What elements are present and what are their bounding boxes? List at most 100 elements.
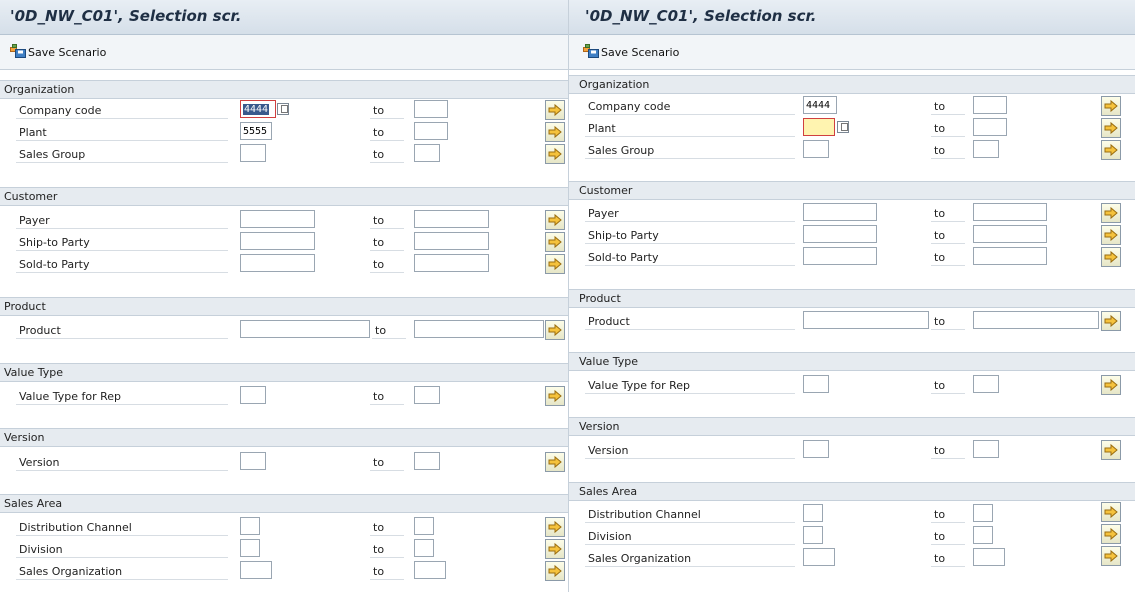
field-label-distribution-channel: Distribution Channel bbox=[16, 519, 228, 536]
company-code-from-input[interactable]: 4444 bbox=[803, 96, 837, 114]
group-header-value-type: Value Type bbox=[0, 363, 568, 382]
multiple-selection-arrow-icon bbox=[548, 235, 562, 249]
field-label-sold-to-party: Sold-to Party bbox=[585, 249, 795, 266]
company-code-from-input[interactable]: 4444 bbox=[240, 100, 276, 118]
group-header-version: Version bbox=[569, 417, 1135, 436]
sales-group-from-input[interactable] bbox=[240, 144, 266, 162]
sales-group-to-input[interactable] bbox=[973, 140, 999, 158]
division-multiple-selection-button[interactable] bbox=[1101, 524, 1121, 544]
ship-to-party-from-input[interactable] bbox=[240, 232, 315, 250]
ship-to-party-to-input[interactable] bbox=[973, 225, 1047, 243]
save-scenario-button[interactable]: Save Scenario bbox=[583, 43, 679, 60]
value-type-from-input[interactable] bbox=[240, 386, 266, 404]
division-from-input[interactable] bbox=[240, 539, 260, 557]
version-from-input[interactable] bbox=[803, 440, 829, 458]
version-to-input[interactable] bbox=[414, 452, 440, 470]
division-multiple-selection-button[interactable] bbox=[545, 539, 565, 559]
product-multiple-selection-button[interactable] bbox=[1101, 311, 1121, 331]
product-to-input[interactable] bbox=[414, 320, 544, 338]
sold-to-party-to-input[interactable] bbox=[973, 247, 1047, 265]
company-code-to-input[interactable] bbox=[414, 100, 448, 118]
company-code-multiple-selection-button[interactable] bbox=[545, 100, 565, 120]
to-label: to bbox=[931, 98, 965, 115]
sales-group-multiple-selection-button[interactable] bbox=[545, 144, 565, 164]
value-type-to-input[interactable] bbox=[414, 386, 440, 404]
group-header-sales-area: Sales Area bbox=[569, 482, 1135, 501]
product-from-input[interactable] bbox=[803, 311, 929, 329]
version-multiple-selection-button[interactable] bbox=[1101, 440, 1121, 460]
sales-organization-to-input[interactable] bbox=[973, 548, 1005, 566]
product-from-input[interactable] bbox=[240, 320, 370, 338]
sales-organization-multiple-selection-button[interactable] bbox=[545, 561, 565, 581]
value-help-icon[interactable] bbox=[277, 103, 289, 115]
plant-from-input[interactable]: 5555 bbox=[240, 122, 272, 140]
distribution-channel-multiple-selection-button[interactable] bbox=[1101, 502, 1121, 522]
plant-to-input[interactable] bbox=[414, 122, 448, 140]
company-code-multiple-selection-button[interactable] bbox=[1101, 96, 1121, 116]
payer-from-input[interactable] bbox=[803, 203, 877, 221]
payer-multiple-selection-button[interactable] bbox=[1101, 203, 1121, 223]
group-header-version: Version bbox=[0, 428, 568, 447]
sold-to-party-to-input[interactable] bbox=[414, 254, 489, 272]
field-label-payer: Payer bbox=[585, 205, 795, 222]
plant-multiple-selection-button[interactable] bbox=[545, 122, 565, 142]
field-label-plant: Plant bbox=[16, 124, 228, 141]
multiple-selection-arrow-icon bbox=[1104, 505, 1118, 519]
multiple-selection-arrow-icon bbox=[548, 564, 562, 578]
version-multiple-selection-button[interactable] bbox=[545, 452, 565, 472]
distribution-channel-multiple-selection-button[interactable] bbox=[545, 517, 565, 537]
division-to-input[interactable] bbox=[414, 539, 434, 557]
field-label-division: Division bbox=[585, 528, 795, 545]
sold-to-party-from-input[interactable] bbox=[240, 254, 315, 272]
to-label: to bbox=[370, 124, 404, 141]
to-label: to bbox=[931, 377, 965, 394]
to-label: to bbox=[931, 142, 965, 159]
ship-to-party-multiple-selection-button[interactable] bbox=[1101, 225, 1121, 245]
ship-to-party-from-input[interactable] bbox=[803, 225, 877, 243]
ship-to-party-multiple-selection-button[interactable] bbox=[545, 232, 565, 252]
payer-multiple-selection-button[interactable] bbox=[545, 210, 565, 230]
field-label-sales-group: Sales Group bbox=[16, 146, 228, 163]
field-label-company-code: Company code bbox=[585, 98, 795, 115]
value-help-icon[interactable] bbox=[837, 121, 849, 133]
plant-multiple-selection-button[interactable] bbox=[1101, 118, 1121, 138]
ship-to-party-to-input[interactable] bbox=[414, 232, 489, 250]
plant-to-input[interactable] bbox=[973, 118, 1007, 136]
multiple-selection-arrow-icon bbox=[1104, 121, 1118, 135]
distribution-channel-to-input[interactable] bbox=[973, 504, 993, 522]
company-code-to-input[interactable] bbox=[973, 96, 1007, 114]
product-to-input[interactable] bbox=[973, 311, 1099, 329]
value-type-from-input[interactable] bbox=[803, 375, 829, 393]
field-label-sales-organization: Sales Organization bbox=[585, 550, 795, 567]
value-type-multiple-selection-button[interactable] bbox=[545, 386, 565, 406]
division-to-input[interactable] bbox=[973, 526, 993, 544]
sales-organization-to-input[interactable] bbox=[414, 561, 446, 579]
value-type-to-input[interactable] bbox=[973, 375, 999, 393]
title-bar: '0D_NW_C01', Selection scr. bbox=[0, 0, 568, 35]
sold-to-party-multiple-selection-button[interactable] bbox=[545, 254, 565, 274]
multiple-selection-arrow-icon bbox=[548, 103, 562, 117]
sales-group-to-input[interactable] bbox=[414, 144, 440, 162]
multiple-selection-arrow-icon bbox=[548, 520, 562, 534]
distribution-channel-from-input[interactable] bbox=[240, 517, 260, 535]
sold-to-party-from-input[interactable] bbox=[803, 247, 877, 265]
division-from-input[interactable] bbox=[803, 526, 823, 544]
version-from-input[interactable] bbox=[240, 452, 266, 470]
plant-from-input[interactable] bbox=[803, 118, 835, 136]
sales-organization-from-input[interactable] bbox=[240, 561, 272, 579]
product-multiple-selection-button[interactable] bbox=[545, 320, 565, 340]
version-to-input[interactable] bbox=[973, 440, 999, 458]
payer-from-input[interactable] bbox=[240, 210, 315, 228]
sold-to-party-multiple-selection-button[interactable] bbox=[1101, 247, 1121, 267]
sales-group-multiple-selection-button[interactable] bbox=[1101, 140, 1121, 160]
sales-organization-from-input[interactable] bbox=[803, 548, 835, 566]
value-type-multiple-selection-button[interactable] bbox=[1101, 375, 1121, 395]
sales-organization-multiple-selection-button[interactable] bbox=[1101, 546, 1121, 566]
distribution-channel-from-input[interactable] bbox=[803, 504, 823, 522]
distribution-channel-to-input[interactable] bbox=[414, 517, 434, 535]
to-label: to bbox=[372, 322, 406, 339]
save-scenario-button[interactable]: Save Scenario bbox=[10, 43, 106, 60]
payer-to-input[interactable] bbox=[414, 210, 489, 228]
payer-to-input[interactable] bbox=[973, 203, 1047, 221]
sales-group-from-input[interactable] bbox=[803, 140, 829, 158]
